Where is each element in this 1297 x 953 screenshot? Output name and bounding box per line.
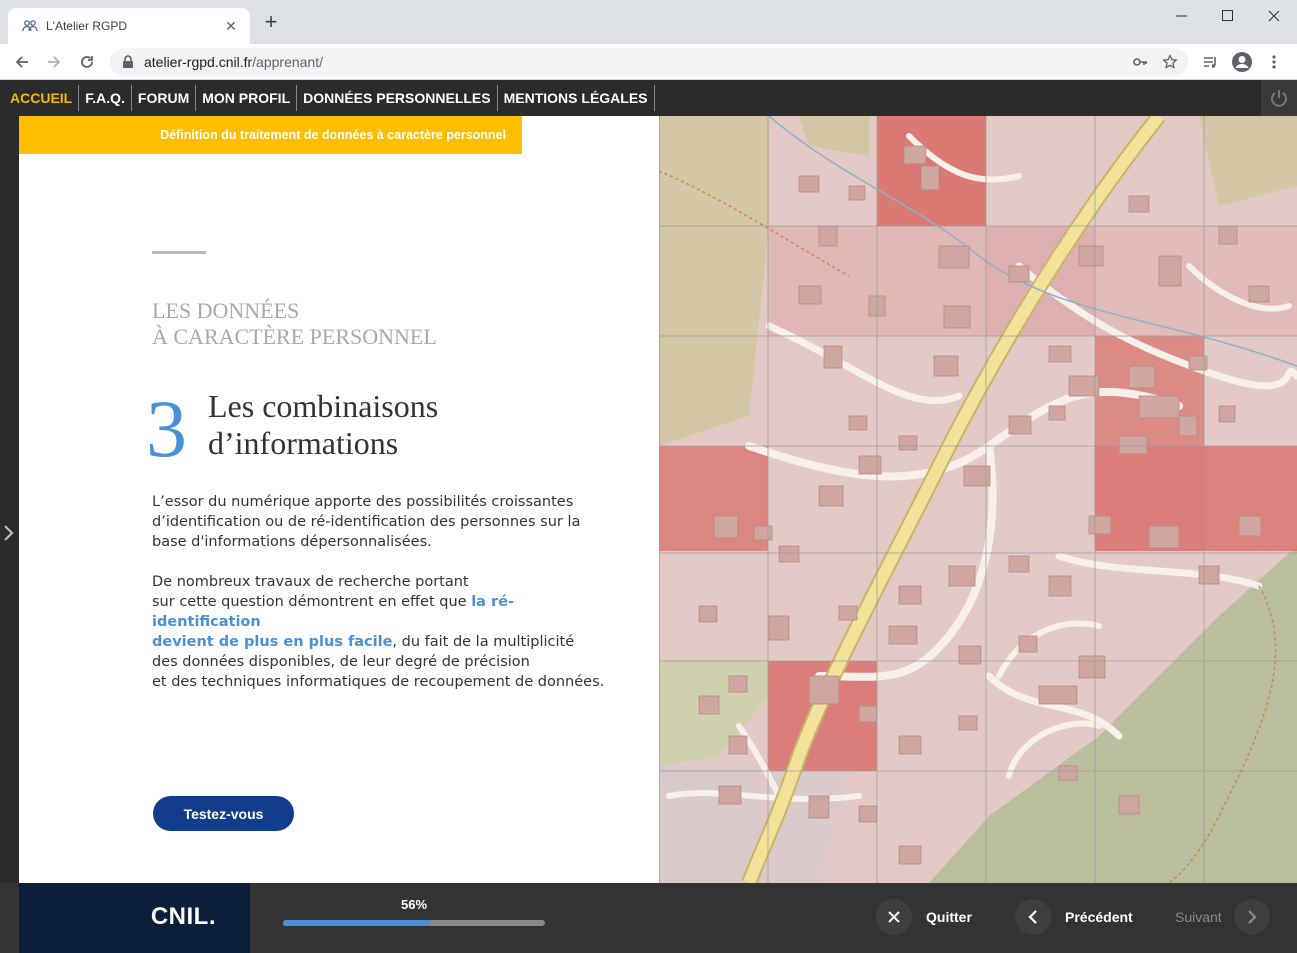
decorative-dash bbox=[152, 251, 206, 254]
nav-item-forum[interactable]: FORUM bbox=[132, 85, 197, 111]
cnil-logo-text: CNIL. bbox=[150, 903, 216, 930]
left-sidebar bbox=[0, 116, 19, 883]
progress-label: 56% bbox=[400, 897, 428, 912]
profile-avatar-icon[interactable] bbox=[1230, 50, 1254, 74]
users-icon bbox=[22, 18, 38, 34]
main-nav: ACCUEIL F.A.Q. FORUM MON PROFIL DONNÉES … bbox=[0, 80, 1297, 116]
paragraph-2-line2-text: sur cette question démontrent en effet q… bbox=[152, 594, 472, 610]
progress-fill bbox=[283, 920, 430, 926]
module-banner: Définition du traitement de données à ca… bbox=[19, 116, 522, 154]
maximize-icon[interactable] bbox=[1205, 0, 1251, 32]
section-title-line2: À CARACTÈRE PERSONNEL bbox=[152, 324, 437, 349]
chevron-right-icon[interactable] bbox=[1233, 899, 1270, 935]
power-icon[interactable] bbox=[1261, 80, 1297, 116]
paragraph-1-line3: base d'informations dépersonnalisées. bbox=[152, 534, 432, 550]
paragraph-1: L’essor du numérique apporte des possibi… bbox=[152, 492, 622, 552]
back-icon[interactable] bbox=[10, 50, 34, 74]
paragraph-2-line1: De nombreux travaux de recherche portant bbox=[152, 574, 469, 590]
chapter-title: Les combinaisons d’informations bbox=[208, 388, 438, 462]
paragraph-2-line3-text: , du fait de la multiplicité bbox=[392, 634, 575, 650]
quit-label[interactable]: Quitter bbox=[926, 909, 972, 925]
heatmap-cells bbox=[659, 116, 1297, 883]
close-tab-icon[interactable]: ✕ bbox=[222, 18, 240, 35]
nav-item-accueil[interactable]: ACCUEIL bbox=[4, 85, 80, 111]
browser-tab[interactable]: L'Atelier RGPD ✕ bbox=[8, 8, 250, 44]
forward-icon[interactable] bbox=[42, 50, 66, 74]
url-host: atelier-rgpd.cnil.fr bbox=[144, 54, 253, 70]
new-tab-button[interactable]: + bbox=[260, 11, 282, 34]
chapter-number: 3 bbox=[146, 383, 187, 474]
map-illustration bbox=[659, 116, 1297, 883]
nav-item-mon-profil[interactable]: MON PROFIL bbox=[196, 85, 298, 111]
reload-icon[interactable] bbox=[75, 50, 99, 74]
minimize-icon[interactable] bbox=[1159, 0, 1205, 32]
quit-button[interactable]: Quitter bbox=[876, 898, 986, 936]
section-title: LES DONNÉES À CARACTÈRE PERSONNEL bbox=[152, 298, 437, 350]
previous-button[interactable]: Précédent bbox=[1015, 898, 1147, 936]
footer-bar: CNIL. 56% Quitter Précédent Suivant bbox=[0, 883, 1297, 953]
browser-menu-icon[interactable] bbox=[1262, 50, 1286, 74]
address-bar[interactable]: atelier-rgpd.cnil.fr/apprenant/ bbox=[110, 48, 1188, 76]
paragraph-2-line5: et des techniques informatiques de recou… bbox=[152, 674, 605, 690]
chevron-left-icon[interactable] bbox=[1015, 899, 1051, 935]
browser-tabstrip: L'Atelier RGPD ✕ + bbox=[0, 0, 1297, 44]
testez-vous-button[interactable]: Testez-vous bbox=[153, 796, 294, 831]
url-path: /apprenant/ bbox=[252, 54, 323, 70]
progress-bar bbox=[283, 920, 545, 926]
paragraph-2-line3: devient de plus en plus facile, du fait … bbox=[152, 632, 622, 652]
url-text: atelier-rgpd.cnil.fr/apprenant/ bbox=[144, 54, 323, 70]
browser-toolbar: atelier-rgpd.cnil.fr/apprenant/ bbox=[0, 44, 1297, 80]
chapter-title-line1: Les combinaisons bbox=[208, 388, 439, 424]
next-button[interactable]: Suivant bbox=[1161, 898, 1270, 936]
tab-title: L'Atelier RGPD bbox=[46, 19, 127, 33]
close-icon[interactable] bbox=[876, 899, 912, 935]
module-banner-text: Définition du traitement de données à ca… bbox=[160, 128, 506, 142]
media-control-icon[interactable] bbox=[1198, 50, 1222, 74]
paragraph-1-line2: d’identification ou de ré-identification… bbox=[152, 514, 581, 530]
paragraph-2: De nombreux travaux de recherche portant… bbox=[152, 572, 622, 692]
previous-label[interactable]: Précédent bbox=[1065, 909, 1133, 925]
lesson-content: Définition du traitement de données à ca… bbox=[19, 116, 659, 883]
lock-icon bbox=[122, 55, 134, 69]
chevron-right-icon[interactable] bbox=[3, 524, 15, 547]
paragraph-2-line4: des données disponibles, de leur degré d… bbox=[152, 654, 530, 670]
highlight-plus-facile: devient de plus en plus facile bbox=[152, 634, 393, 650]
map-svg bbox=[659, 116, 1297, 883]
key-icon[interactable] bbox=[1132, 54, 1148, 75]
next-label[interactable]: Suivant bbox=[1175, 909, 1222, 925]
window-close-icon[interactable] bbox=[1251, 0, 1297, 32]
chapter-title-line2: d’informations bbox=[208, 425, 399, 461]
paragraph-1-line1: L’essor du numérique apporte des possibi… bbox=[152, 494, 574, 510]
section-title-line1: LES DONNÉES bbox=[152, 298, 300, 323]
cnil-logo: CNIL. bbox=[19, 883, 250, 953]
bookmark-star-icon[interactable] bbox=[1162, 53, 1178, 75]
paragraph-2-line2: sur cette question démontrent en effet q… bbox=[152, 592, 622, 632]
nav-item-mentions-legales[interactable]: MENTIONS LÉGALES bbox=[498, 85, 655, 111]
nav-item-donnees-personnelles[interactable]: DONNÉES PERSONNELLES bbox=[297, 85, 498, 111]
nav-item-faq[interactable]: F.A.Q. bbox=[79, 85, 132, 111]
